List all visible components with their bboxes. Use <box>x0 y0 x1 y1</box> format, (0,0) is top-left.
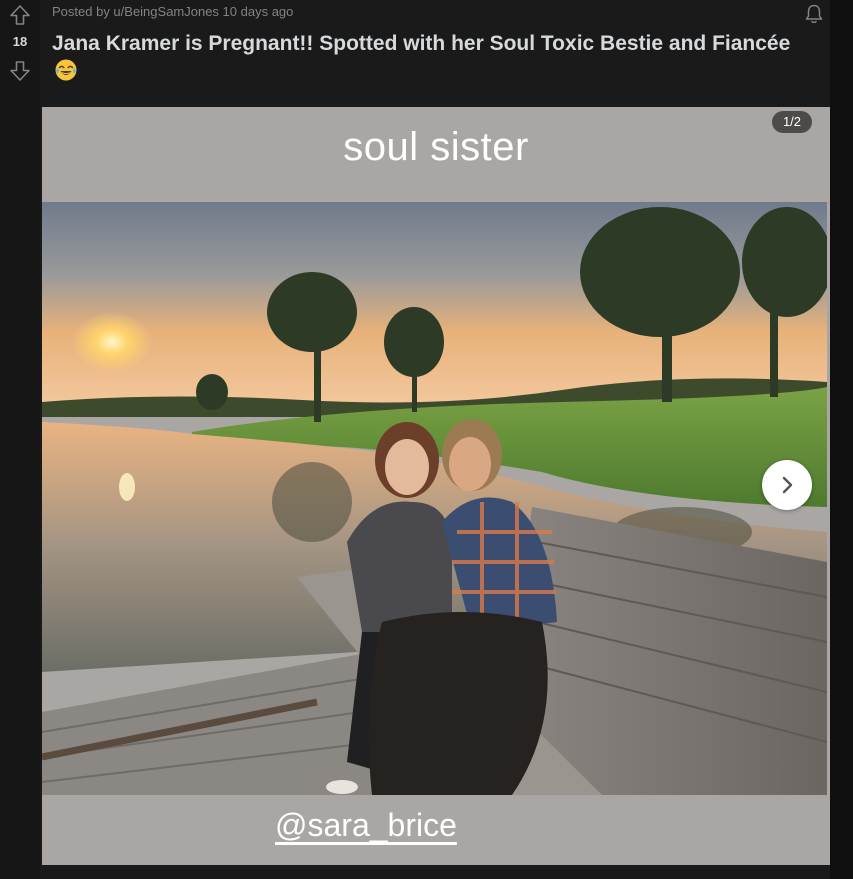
gallery-counter: 1/2 <box>772 111 812 133</box>
notification-bell-button[interactable] <box>802 2 826 26</box>
post-card: 18 Posted by u/BeingSamJones 10 days ago… <box>0 0 830 879</box>
bell-icon <box>805 4 823 24</box>
upvote-button[interactable] <box>8 3 32 27</box>
post-meta[interactable]: Posted by u/BeingSamJones 10 days ago <box>52 4 293 19</box>
chevron-right-icon <box>782 476 793 494</box>
image-caption-top: soul sister <box>343 125 529 169</box>
arrow-down-outline-icon <box>10 61 30 81</box>
gallery-next-button[interactable] <box>762 460 812 510</box>
page: 18 Posted by u/BeingSamJones 10 days ago… <box>0 0 853 879</box>
vote-count: 18 <box>12 34 28 49</box>
vote-column: 18 <box>0 0 40 879</box>
right-gutter <box>830 0 853 879</box>
post-title[interactable]: Jana Kramer is Pregnant!! Spotted with h… <box>52 30 822 58</box>
post-media-gallery[interactable]: soul sister 1/2 @sara_brice <box>42 107 830 865</box>
gallery-photo <box>42 202 827 795</box>
downvote-button[interactable] <box>8 59 32 83</box>
arrow-up-outline-icon <box>10 5 30 25</box>
tears-of-joy-emoji-icon <box>54 58 78 82</box>
image-caption-handle: @sara_brice <box>275 807 457 843</box>
